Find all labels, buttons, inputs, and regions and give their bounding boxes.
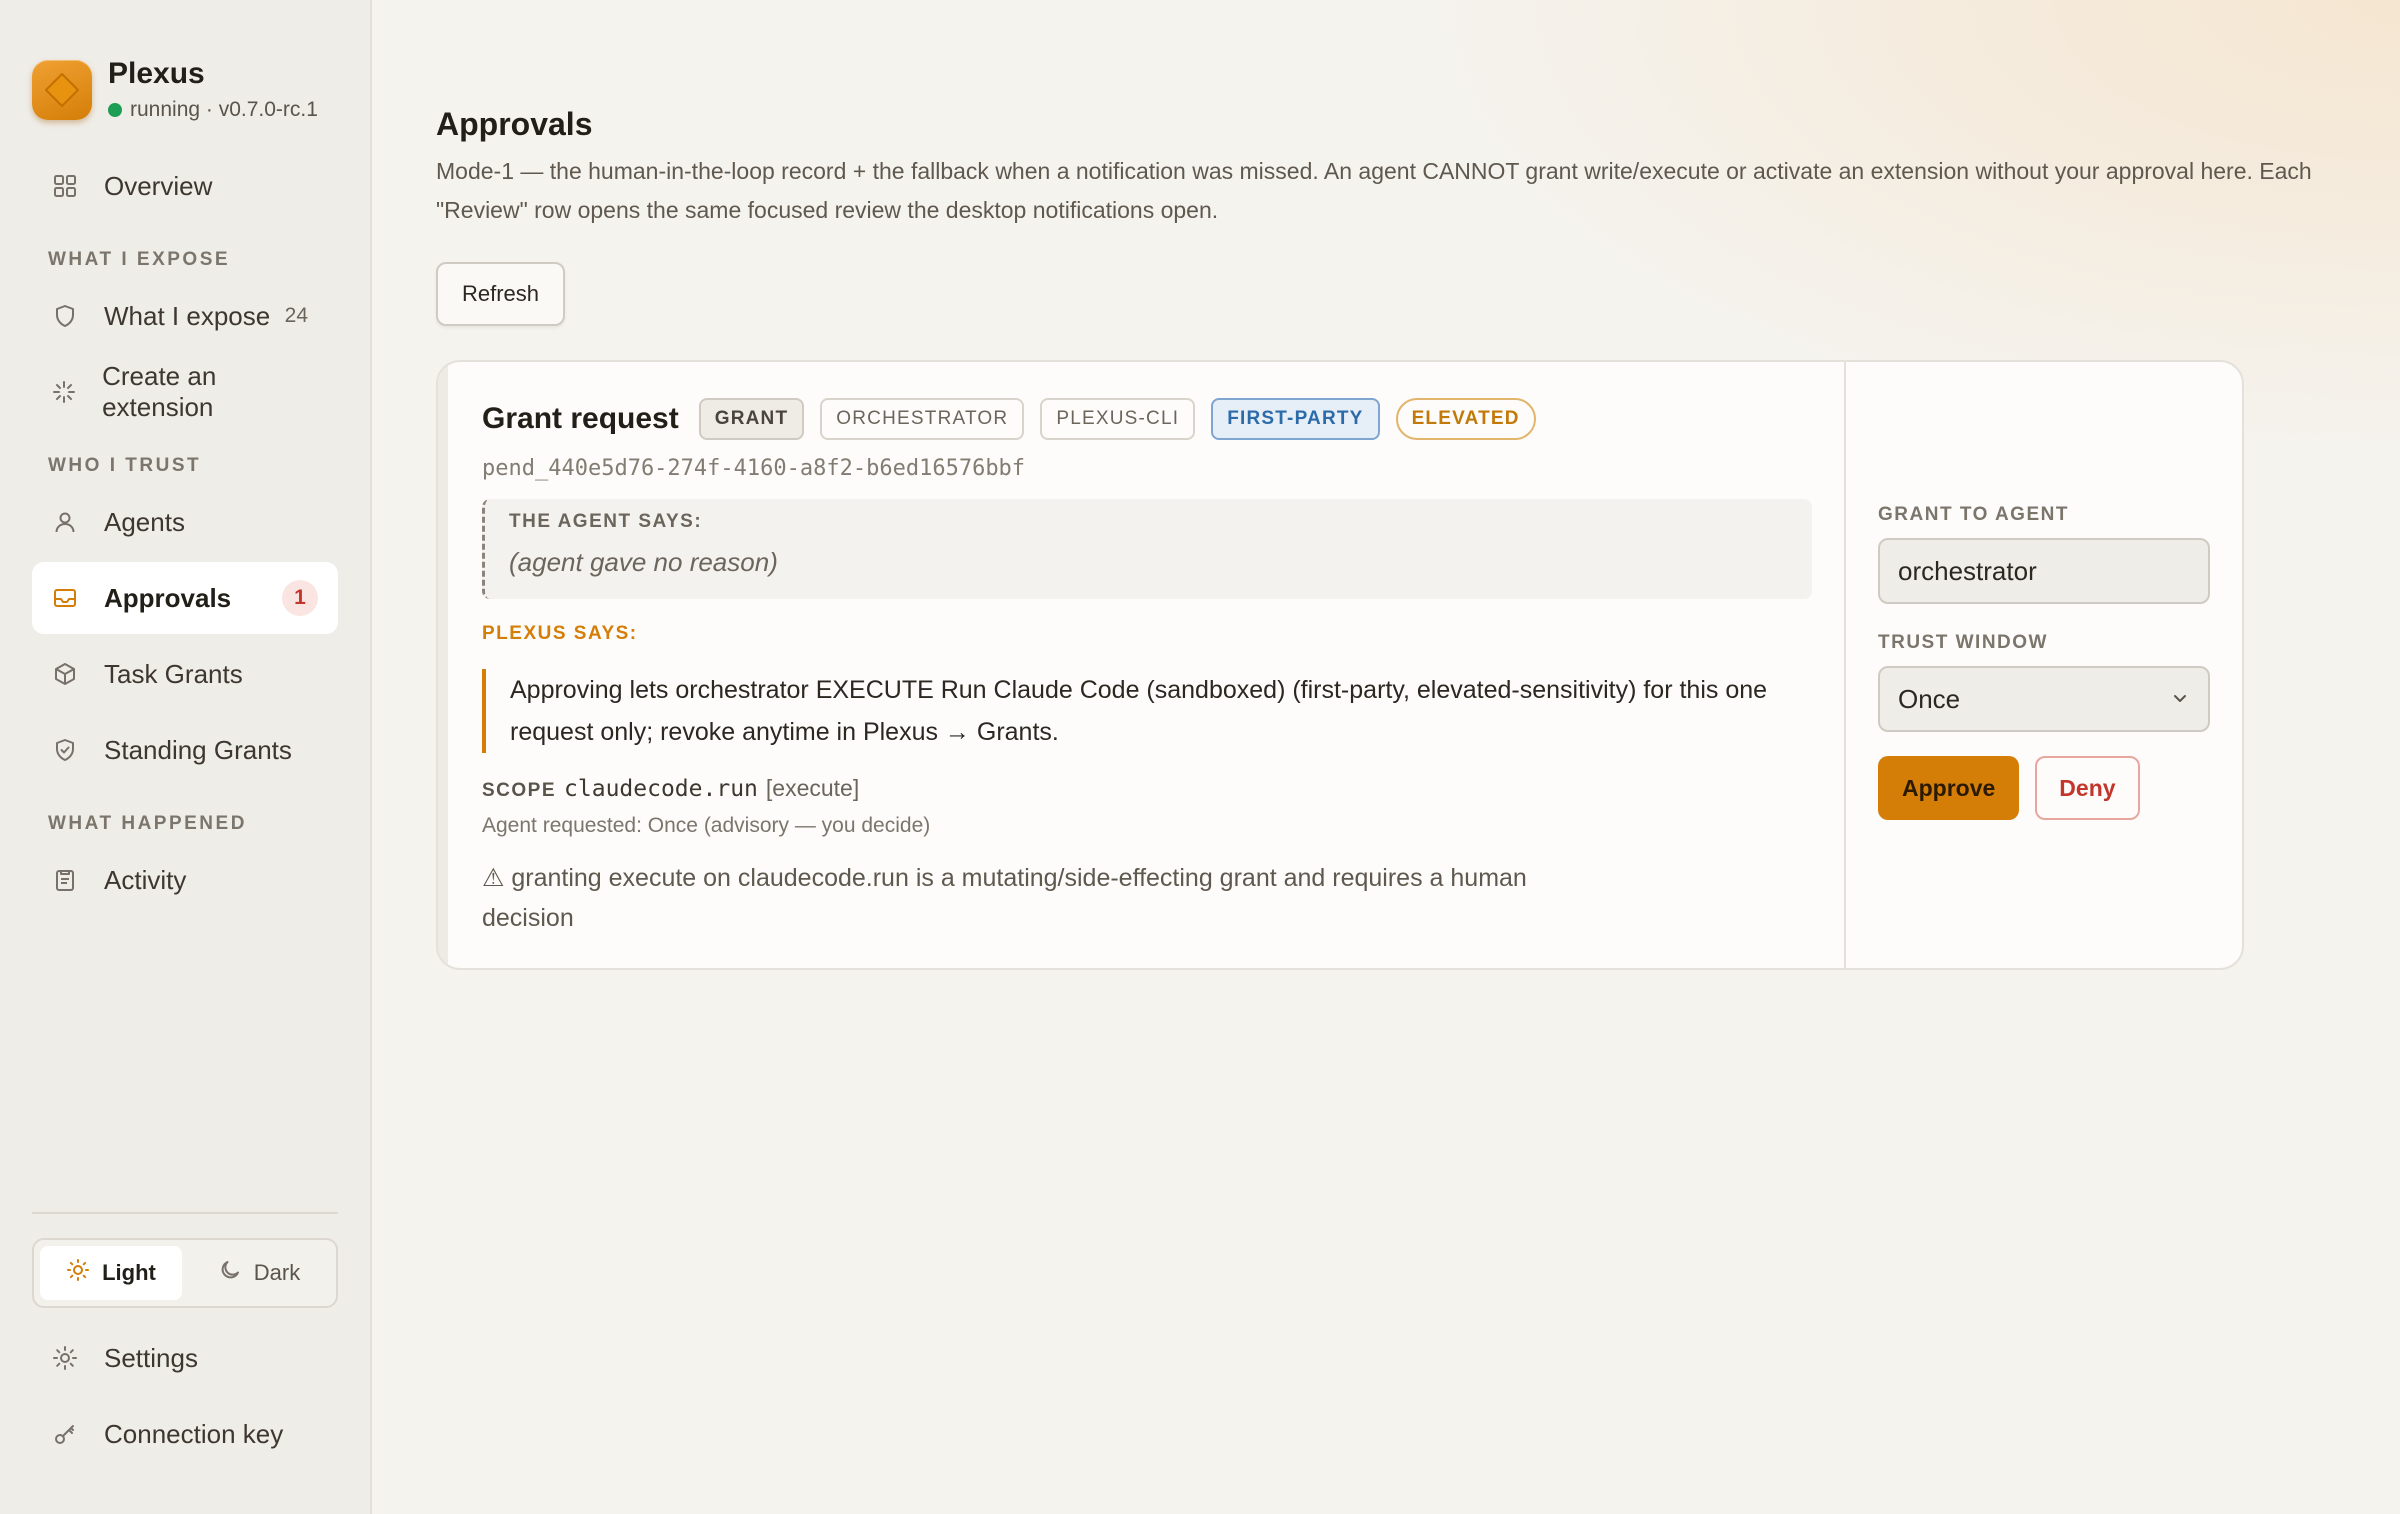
section-label-what-happened: WHAT HAPPENED xyxy=(48,813,247,834)
sidebar-item-agents[interactable]: Agents xyxy=(32,486,338,558)
sidebar-item-label: Activity xyxy=(104,864,187,895)
decision-actions: Approve Deny xyxy=(1878,756,2210,820)
app-status-text: running · v0.7.0-rc.1 xyxy=(130,98,318,121)
sidebar-item-label: Connection key xyxy=(104,1418,284,1449)
sidebar-item-what-i-expose[interactable]: What I expose 24 xyxy=(32,280,338,352)
grant-to-agent-input[interactable] xyxy=(1878,538,2210,604)
agent-requested: Agent requested: Once (advisory — you de… xyxy=(482,814,931,837)
trust-window-label: TRUST WINDOW xyxy=(1878,632,2048,653)
decision-panel: GRANT TO AGENT TRUST WINDOW Once Approve… xyxy=(1846,362,2242,968)
sidebar-item-task-grants[interactable]: Task Grants xyxy=(32,638,338,710)
sidebar-item-label: Approvals xyxy=(104,582,232,613)
shield-icon xyxy=(50,301,80,331)
trust-window-select[interactable]: Once xyxy=(1878,666,2210,732)
sidebar-item-label: Settings xyxy=(104,1342,198,1373)
sidebar-item-activity[interactable]: Activity xyxy=(32,844,338,916)
agent-says-label: THE AGENT SAYS: xyxy=(509,511,703,532)
sidebar-item-label: Agents xyxy=(104,506,185,537)
plexus-says-label: PLEXUS SAYS: xyxy=(482,623,638,644)
sidebar-item-connection-key[interactable]: Connection key xyxy=(32,1396,338,1472)
main-content: Approvals Mode-1 — the human-in-the-loop… xyxy=(372,0,2400,1514)
request-title: Grant request xyxy=(482,402,679,435)
sidebar-item-standing-grants[interactable]: Standing Grants xyxy=(32,714,338,786)
sidebar-item-create-extension[interactable]: Create an extension xyxy=(32,356,338,428)
sidebar-item-label: Overview xyxy=(104,170,213,201)
theme-toggle: Light Dark xyxy=(32,1238,338,1308)
app-status: running · v0.7.0-rc.1 xyxy=(108,98,318,122)
tag-first-party: FIRST-PARTY xyxy=(1211,398,1380,440)
theme-light-button[interactable]: Light xyxy=(40,1246,182,1300)
tag-elevated: ELEVATED xyxy=(1395,398,1536,440)
scope-line: SCOPE claudecode.run [execute] xyxy=(482,775,1812,802)
refresh-button[interactable]: Refresh xyxy=(436,262,566,326)
trust-window-value: Once xyxy=(1898,683,1961,714)
sidebar-divider xyxy=(32,1212,338,1214)
page-title: Approvals xyxy=(436,106,593,142)
app-name: Plexus xyxy=(108,57,205,90)
request-details: Grant request GRANT ORCHESTRATOR PLEXUS-… xyxy=(438,362,1846,968)
plexus-message: Approving lets orchestrator EXECUTE Run … xyxy=(482,669,1812,753)
status-dot-icon xyxy=(108,103,122,117)
request-header: Grant request GRANT ORCHESTRATOR PLEXUS-… xyxy=(482,398,1812,440)
sidebar-item-label: Standing Grants xyxy=(104,734,292,765)
theme-dark-label: Dark xyxy=(253,1260,301,1285)
sidebar-item-approvals[interactable]: Approvals 1 xyxy=(32,562,338,634)
clipboard-icon xyxy=(50,865,80,895)
expose-count: 24 xyxy=(284,304,308,327)
key-icon xyxy=(50,1419,80,1449)
tag-grant: GRANT xyxy=(698,398,805,440)
sidebar-item-label: Task Grants xyxy=(104,658,243,689)
moon-icon xyxy=(218,1258,242,1288)
sidebar-item-label: Create an extension xyxy=(102,361,217,422)
section-label-who-i-trust: WHO I TRUST xyxy=(48,455,202,476)
agent-says-box: THE AGENT SAYS: (agent gave no reason) xyxy=(482,499,1812,599)
page-description: Mode-1 — the human-in-the-loop record + … xyxy=(436,158,2312,223)
sidebar-item-label: What I expose xyxy=(104,300,271,331)
grant-request-card: Grant request GRANT ORCHESTRATOR PLEXUS-… xyxy=(436,360,2244,970)
agent-reason: (agent gave no reason) xyxy=(509,547,778,577)
approvals-badge: 1 xyxy=(282,580,318,616)
scope-label: SCOPE xyxy=(482,780,557,801)
sidebar-item-overview[interactable]: Overview xyxy=(32,150,338,222)
tag-plexus-cli: PLEXUS-CLI xyxy=(1040,398,1196,440)
request-id: pend_440e5d76-274f-4160-a8f2-b6ed16576bb… xyxy=(482,456,1026,481)
warning-text: ⚠ granting execute on claudecode.run is … xyxy=(482,864,1527,932)
grid-icon xyxy=(50,171,80,201)
deny-button[interactable]: Deny xyxy=(2035,756,2140,820)
shield-check-icon xyxy=(50,735,80,765)
inbox-icon xyxy=(50,583,80,613)
sidebar-item-settings[interactable]: Settings xyxy=(32,1320,338,1396)
section-label-what-i-expose: WHAT I EXPOSE xyxy=(48,249,231,270)
scope-mode: [execute] xyxy=(765,775,860,801)
theme-dark-button[interactable]: Dark xyxy=(188,1246,330,1300)
tag-orchestrator: ORCHESTRATOR xyxy=(820,398,1025,440)
sun-icon xyxy=(66,1258,90,1288)
chevron-down-icon xyxy=(2170,684,2190,715)
approve-button[interactable]: Approve xyxy=(1878,756,2020,820)
grant-to-label: GRANT TO AGENT xyxy=(1878,504,2069,525)
gear-icon xyxy=(50,1343,80,1373)
sidebar: Plexus running · v0.7.0-rc.1 Overview WH… xyxy=(0,0,372,1514)
box-icon xyxy=(50,659,80,689)
plexus-logo-icon xyxy=(32,60,92,120)
scope-value: claudecode.run xyxy=(564,776,758,802)
sparkle-icon xyxy=(50,377,78,407)
user-icon xyxy=(50,507,80,537)
brand: Plexus running · v0.7.0-rc.1 xyxy=(32,0,338,122)
theme-light-label: Light xyxy=(102,1260,156,1285)
